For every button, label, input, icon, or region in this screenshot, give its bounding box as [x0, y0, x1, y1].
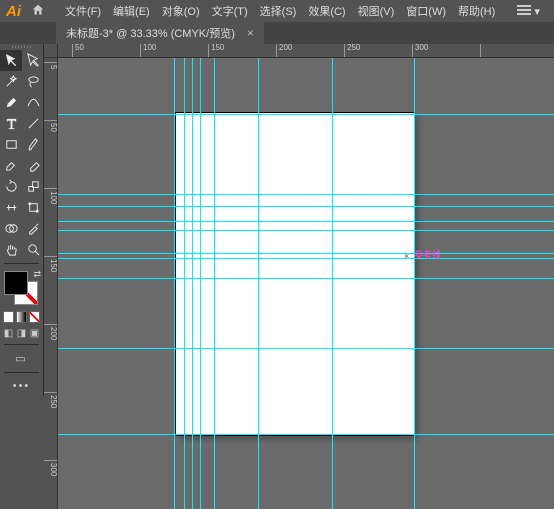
ruler-vertical[interactable]: 5 50 100 150 200 250 300: [44, 58, 58, 509]
ruler-tick: 300: [44, 460, 58, 476]
guide-horizontal[interactable]: [58, 253, 554, 254]
guide-horizontal[interactable]: [58, 258, 554, 259]
draw-mode-row: ◧ ◨ ▣: [0, 325, 43, 341]
ruler-tick: 150: [44, 256, 58, 272]
menu-view[interactable]: 视图(V): [354, 1, 399, 21]
direct-selection-tool[interactable]: [22, 50, 44, 71]
fill-stroke[interactable]: ⇄: [0, 267, 43, 309]
guide-vertical[interactable]: [174, 58, 175, 509]
edit-toolbar-button[interactable]: •••: [0, 376, 43, 396]
menu-help[interactable]: 帮助(H): [454, 1, 499, 21]
tool-grid: [0, 50, 43, 260]
ruler-tick: 50: [72, 44, 84, 58]
workspace-switcher[interactable]: ▾: [517, 5, 540, 18]
menu-file[interactable]: 文件(F): [61, 1, 105, 21]
draw-normal-icon[interactable]: ◧: [3, 327, 14, 339]
menu-edit[interactable]: 编辑(E): [109, 1, 154, 21]
zoom-tool[interactable]: [22, 239, 44, 260]
guide-horizontal[interactable]: [58, 221, 554, 222]
ruler-tick: 100: [140, 44, 156, 58]
viewport[interactable]: × 参考线: [58, 58, 554, 509]
draw-behind-icon[interactable]: ◨: [16, 327, 27, 339]
lasso-tool[interactable]: [22, 71, 44, 92]
ruler-origin[interactable]: [44, 44, 58, 58]
ruler-tick: 300: [412, 44, 428, 58]
fill-swatch[interactable]: [4, 271, 28, 295]
swap-icon[interactable]: ⇄: [33, 269, 41, 280]
pen-tool[interactable]: [0, 92, 22, 113]
color-mode-row: [0, 309, 43, 325]
menu-window[interactable]: 窗口(W): [402, 1, 450, 21]
document-tab[interactable]: 未标题-3* @ 33.33% (CMYK/预览) ×: [56, 22, 264, 44]
guide-vertical[interactable]: [214, 58, 215, 509]
guide-vertical[interactable]: [258, 58, 259, 509]
ruler-tick: 200: [276, 44, 292, 58]
guide-horizontal[interactable]: [58, 206, 554, 207]
close-icon[interactable]: ×: [247, 26, 254, 40]
screen-mode-button[interactable]: ▭: [0, 348, 43, 369]
guide-vertical[interactable]: [332, 58, 333, 509]
tabbar: 未标题-3* @ 33.33% (CMYK/预览) ×: [0, 22, 554, 44]
guide-horizontal[interactable]: [58, 194, 554, 195]
cursor-marker: ×: [404, 251, 409, 261]
type-tool[interactable]: [0, 113, 22, 134]
guide-horizontal[interactable]: [58, 114, 554, 115]
guide-horizontal[interactable]: [58, 348, 554, 349]
selection-tool[interactable]: [0, 50, 22, 71]
gradient-icon[interactable]: [16, 311, 27, 323]
guide-horizontal[interactable]: [58, 230, 554, 231]
ruler-horizontal[interactable]: 50 100 150 200 250 300: [58, 44, 554, 58]
menu-object[interactable]: 对象(O): [158, 1, 204, 21]
rotate-tool[interactable]: [0, 176, 22, 197]
ruler-tick: 250: [44, 392, 58, 408]
ruler-tick: 200: [44, 324, 58, 340]
artboard: [176, 113, 414, 435]
menubar: Ai 文件(F) 编辑(E) 对象(O) 文字(T) 选择(S) 效果(C) 视…: [0, 0, 554, 22]
ruler-tick: 5: [44, 62, 58, 69]
menu-type[interactable]: 文字(T): [208, 1, 252, 21]
shape-builder-tool[interactable]: [0, 218, 22, 239]
guide-vertical[interactable]: [184, 58, 185, 509]
ruler-tick: 50: [44, 120, 58, 132]
menu-items: 文件(F) 编辑(E) 对象(O) 文字(T) 选择(S) 效果(C) 视图(V…: [61, 1, 499, 21]
shaper-tool[interactable]: [0, 155, 22, 176]
ruler-tick: 100: [44, 188, 58, 204]
free-transform-tool[interactable]: [22, 197, 44, 218]
color-icon[interactable]: [3, 311, 14, 323]
curvature-tool[interactable]: [22, 92, 44, 113]
line-tool[interactable]: [22, 113, 44, 134]
guide-vertical[interactable]: [414, 58, 415, 509]
scale-tool[interactable]: [22, 176, 44, 197]
draw-inside-icon[interactable]: ▣: [29, 327, 40, 339]
magic-wand-tool[interactable]: [0, 71, 22, 92]
guide-vertical[interactable]: [200, 58, 201, 509]
guide-vertical[interactable]: [192, 58, 193, 509]
tool-panel: ⇄ ◧ ◨ ▣ ▭ •••: [0, 44, 44, 396]
ruler-tick: 250: [344, 44, 360, 58]
width-tool[interactable]: [0, 197, 22, 218]
canvas-area: 50 100 150 200 250 300 5 50 100 150 200 …: [44, 44, 554, 509]
menu-select[interactable]: 选择(S): [256, 1, 301, 21]
home-icon[interactable]: [31, 3, 45, 20]
none-icon[interactable]: [29, 311, 40, 323]
guide-horizontal[interactable]: [58, 278, 554, 279]
smart-guide-label: 参考线: [414, 248, 441, 261]
ruler-tick: 150: [208, 44, 224, 58]
hand-tool[interactable]: [0, 239, 22, 260]
menu-effect[interactable]: 效果(C): [304, 1, 349, 21]
tab-title: 未标题-3* @ 33.33% (CMYK/预览): [66, 25, 235, 41]
ruler-tick: [480, 44, 483, 58]
app-logo: Ai: [6, 3, 21, 20]
guide-horizontal[interactable]: [58, 434, 554, 435]
eyedropper-tool[interactable]: [22, 218, 44, 239]
paintbrush-tool[interactable]: [22, 134, 44, 155]
eraser-tool[interactable]: [22, 155, 44, 176]
rectangle-tool[interactable]: [0, 134, 22, 155]
